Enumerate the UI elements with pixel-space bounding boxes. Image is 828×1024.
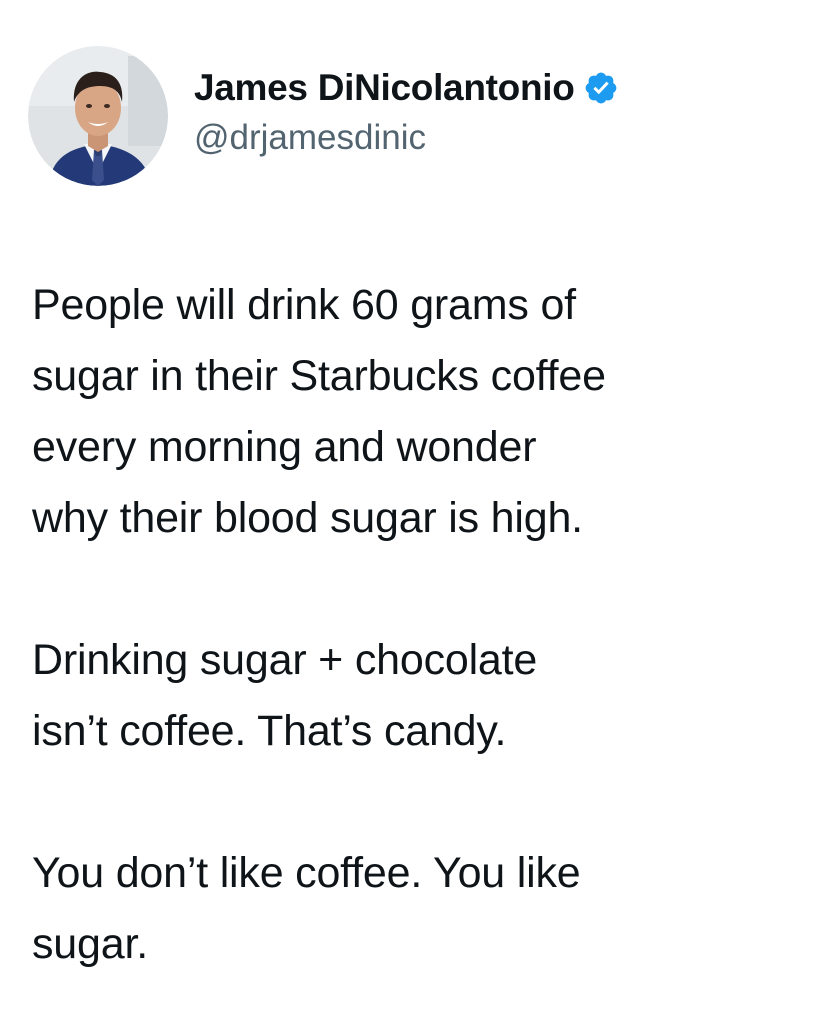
text-line: why their blood sugar is high. (32, 494, 583, 542)
tweet-paragraph: People will drink 60 grams of sugar in t… (32, 270, 802, 554)
text-line: People will drink 60 grams of (32, 281, 576, 329)
verified-badge-icon[interactable] (583, 70, 619, 106)
avatar[interactable] (28, 46, 168, 186)
tweet-card: James DiNicolantonio @drjamesdinic Peopl… (0, 0, 828, 1024)
author-info: James DiNicolantonio @drjamesdinic (194, 65, 619, 161)
text-line: You don’t like coffee. You like (32, 849, 581, 897)
tweet-paragraph: Drinking sugar + chocolate isn’t coffee.… (32, 625, 802, 767)
text-line: Drinking sugar + chocolate (32, 636, 538, 684)
name-row: James DiNicolantonio (194, 65, 619, 111)
text-line: isn’t coffee. That’s candy. (32, 707, 507, 755)
tweet-paragraph: You don’t like coffee. You like sugar. (32, 838, 802, 980)
text-line: every morning and wonder (32, 423, 537, 471)
text-line: sugar. (32, 920, 148, 968)
display-name[interactable]: James DiNicolantonio (194, 65, 575, 111)
handle[interactable]: @drjamesdinic (194, 115, 619, 161)
tweet-header: James DiNicolantonio @drjamesdinic (28, 46, 619, 186)
text-line: sugar in their Starbucks coffee (32, 352, 606, 400)
profile-photo-icon (28, 46, 168, 186)
tweet-text: People will drink 60 grams of sugar in t… (32, 270, 802, 980)
